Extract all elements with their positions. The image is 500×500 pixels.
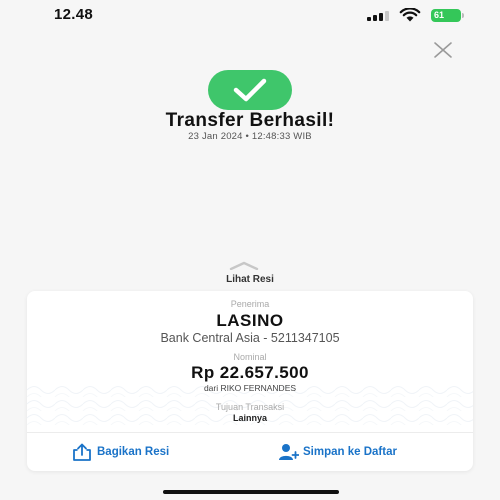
- home-indicator[interactable]: [163, 490, 339, 494]
- recipient-bank-account: Bank Central Asia - 5211347105: [160, 331, 340, 345]
- status-time: 12.48: [54, 6, 94, 23]
- share-receipt-button[interactable]: Bagikan Resi: [71, 441, 169, 463]
- add-contact-icon: [279, 444, 299, 460]
- recipient-label: Penerima: [230, 299, 270, 309]
- wifi-icon: [399, 8, 421, 22]
- battery-tip: [462, 13, 464, 18]
- cellular-signal-icon: [367, 11, 389, 21]
- share-icon: [73, 443, 91, 461]
- save-to-list-label: Simpan ke Daftar: [303, 446, 397, 458]
- transaction-purpose: Lainnya: [232, 413, 267, 423]
- transfer-amount: Rp 22.657.500: [191, 363, 309, 382]
- page-title: Transfer Berhasil!: [165, 110, 335, 131]
- sender-name: dari RIKO FERNANDES: [203, 383, 297, 393]
- chevron-up-icon[interactable]: [229, 261, 259, 270]
- purpose-label: Tujuan Transaksi: [215, 402, 285, 412]
- recipient-name: LASINO: [216, 311, 284, 330]
- amount-label: Nominal: [233, 352, 267, 362]
- check-icon: [233, 78, 267, 102]
- save-to-list-button[interactable]: Simpan ke Daftar: [277, 441, 397, 463]
- transaction-datetime: 23 Jan 2024 • 12:48:33 WIB: [188, 131, 312, 142]
- success-badge: [208, 70, 292, 110]
- close-icon[interactable]: [432, 41, 454, 59]
- receipt-card: Penerima LASINO Bank Central Asia - 5211…: [27, 291, 473, 471]
- status-bar: 12.48 61: [0, 0, 500, 30]
- share-receipt-label: Bagikan Resi: [97, 446, 170, 458]
- view-receipt-toggle[interactable]: Lihat Resi: [0, 274, 500, 285]
- battery-level: 61: [431, 9, 461, 22]
- card-divider: [27, 432, 473, 433]
